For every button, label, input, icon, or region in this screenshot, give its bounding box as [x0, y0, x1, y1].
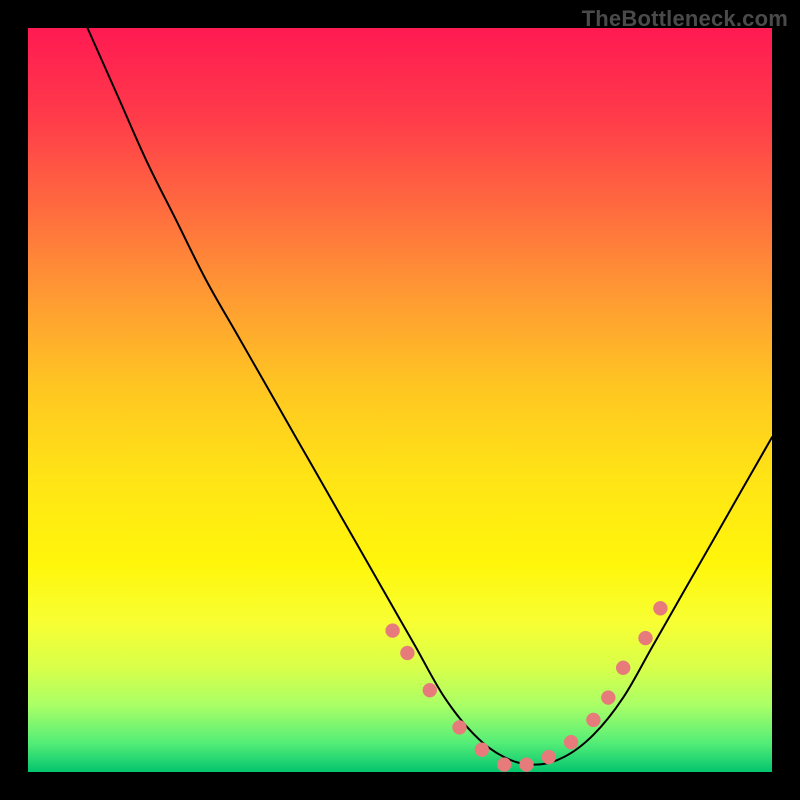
marker-dot	[400, 646, 414, 660]
marker-dot	[601, 691, 615, 705]
watermark-text: TheBottleneck.com	[582, 6, 788, 32]
marker-dot	[520, 758, 534, 772]
chart-stage: TheBottleneck.com	[0, 0, 800, 800]
highlight-markers	[386, 601, 668, 771]
chart-svg	[28, 28, 772, 772]
marker-dot	[497, 758, 511, 772]
marker-dot	[453, 720, 467, 734]
marker-dot	[639, 631, 653, 645]
marker-dot	[564, 735, 578, 749]
marker-dot	[586, 713, 600, 727]
marker-dot	[386, 624, 400, 638]
marker-dot	[542, 750, 556, 764]
bottleneck-curve	[88, 28, 773, 765]
marker-dot	[653, 601, 667, 615]
marker-dot	[616, 661, 630, 675]
marker-dot	[475, 743, 489, 757]
plot-area	[28, 28, 772, 772]
marker-dot	[423, 683, 437, 697]
